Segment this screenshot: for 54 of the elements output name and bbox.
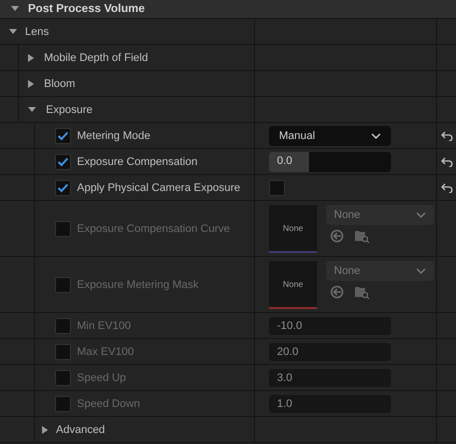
panel-title: Post Process Volume (28, 3, 145, 15)
browse-folder-icon[interactable] (354, 228, 370, 242)
property-label: Apply Physical Camera Exposure (77, 182, 240, 194)
override-checkbox[interactable] (55, 276, 71, 292)
property-label: Speed Down (77, 398, 140, 410)
number-field[interactable]: 1.0 (269, 394, 391, 412)
chevron-icon (416, 268, 426, 274)
override-checkbox[interactable] (55, 128, 71, 144)
override-checkbox[interactable] (55, 344, 71, 360)
property-label: Exposure Metering Mask (77, 278, 199, 290)
override-checkbox[interactable] (55, 318, 71, 334)
property-label: Metering Mode (77, 130, 150, 142)
asset-dropdown[interactable]: None (326, 204, 434, 224)
override-checkbox[interactable] (55, 180, 71, 196)
use-selected-icon[interactable] (330, 228, 344, 242)
group-label: Advanced (56, 424, 105, 436)
category-label: Lens (25, 26, 49, 38)
property-label: Speed Up (77, 372, 126, 384)
asset-thumbnail[interactable]: None (269, 260, 317, 308)
check-icon (57, 182, 69, 192)
chevron-icon (416, 212, 426, 218)
override-checkbox[interactable] (55, 220, 71, 236)
reset-arrow-icon[interactable] (440, 130, 452, 140)
check-icon (57, 130, 69, 140)
asset-thumbnail[interactable]: None (269, 204, 317, 252)
property-label: Exposure Compensation Curve (77, 222, 230, 234)
property-label: Min EV100 (77, 320, 131, 332)
number-field[interactable]: 20.0 (269, 342, 391, 360)
expand-arrow-icon[interactable] (41, 424, 49, 434)
use-selected-icon[interactable] (330, 284, 344, 298)
number-field[interactable]: -10.0 (269, 316, 391, 334)
chevron-icon (371, 132, 381, 138)
section-label: Bloom (44, 78, 76, 90)
section-label: Exposure (46, 104, 92, 116)
collapse-arrow-icon[interactable] (27, 106, 37, 114)
override-checkbox[interactable] (55, 370, 71, 386)
check-icon (57, 156, 69, 166)
expand-arrow-icon[interactable] (27, 78, 35, 88)
override-checkbox[interactable] (55, 154, 71, 170)
section-label: Mobile Depth of Field (44, 52, 148, 64)
reset-arrow-icon[interactable] (440, 182, 452, 192)
checkbox[interactable] (269, 180, 285, 196)
collapse-arrow-icon[interactable] (10, 5, 20, 13)
collapse-arrow-icon[interactable] (8, 28, 18, 36)
property-label: Max EV100 (77, 346, 134, 358)
expand-arrow-icon[interactable] (27, 52, 35, 62)
asset-dropdown[interactable]: None (326, 260, 434, 280)
number-slider[interactable]: 0.0 (269, 152, 391, 172)
property-label: Exposure Compensation (77, 156, 198, 168)
number-field[interactable]: 3.0 (269, 368, 391, 386)
override-checkbox[interactable] (55, 396, 71, 412)
dropdown[interactable]: Manual (269, 126, 391, 146)
reset-arrow-icon[interactable] (440, 156, 452, 166)
browse-folder-icon[interactable] (354, 284, 370, 298)
